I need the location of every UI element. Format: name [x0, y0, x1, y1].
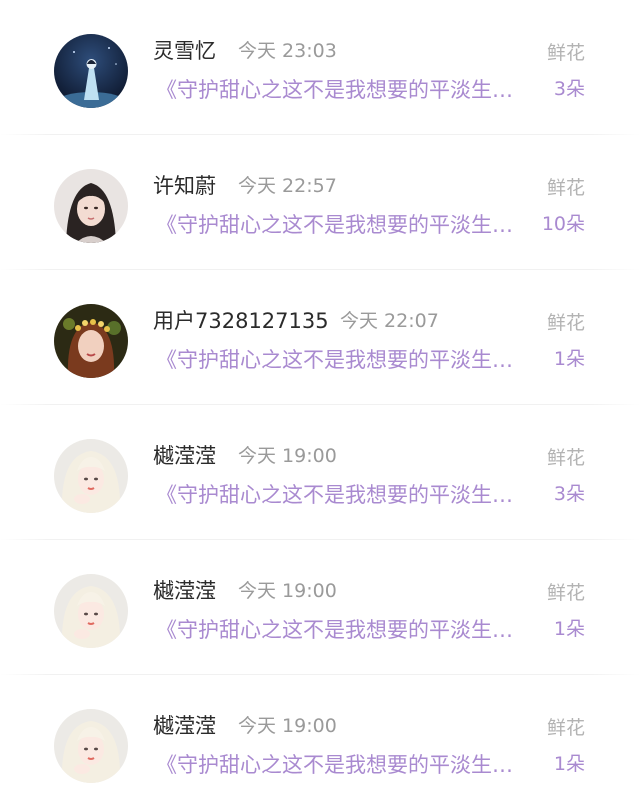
gift-count: 3朵 [553, 78, 585, 100]
gift-count: 1朵 [553, 618, 585, 640]
book-title-link[interactable]: 《守护甜心之这不是我想要的平淡生活》 [156, 749, 532, 779]
avatar[interactable] [54, 709, 128, 783]
user-name[interactable]: 樾滢滢 [153, 440, 216, 470]
user-name[interactable]: 灵雪忆 [153, 35, 216, 65]
avatar[interactable] [54, 304, 128, 378]
gift-type-label: 鲜花 [546, 177, 585, 199]
gift-count: 3朵 [553, 483, 585, 505]
user-name[interactable]: 樾滢滢 [153, 710, 216, 740]
gift-type-label: 鲜花 [546, 312, 585, 334]
timestamp: 今天 22:07 [340, 310, 439, 332]
book-title-link[interactable]: 《守护甜心之这不是我想要的平淡生活》 [156, 479, 532, 509]
gift-type-label: 鲜花 [546, 42, 585, 64]
book-title-link[interactable]: 《守护甜心之这不是我想要的平淡生活》 [156, 209, 532, 239]
avatar[interactable] [54, 34, 128, 108]
avatar[interactable] [54, 574, 128, 648]
timestamp: 今天 23:03 [238, 40, 337, 62]
timestamp: 今天 22:57 [238, 175, 337, 197]
gift-type-label: 鲜花 [546, 582, 585, 604]
list-item[interactable]: 樾滢滢 今天 19:00 鲜花 《守护甜心之这不是我想要的平淡生活》 1朵 [0, 540, 640, 675]
timestamp: 今天 19:00 [238, 580, 337, 602]
timestamp: 今天 19:00 [238, 715, 337, 737]
list-item[interactable]: 许知蔚 今天 22:57 鲜花 《守护甜心之这不是我想要的平淡生活》 10朵 [0, 135, 640, 270]
avatar[interactable] [54, 169, 128, 243]
user-name[interactable]: 樾滢滢 [153, 575, 216, 605]
list-item[interactable]: 灵雪忆 今天 23:03 鲜花 《守护甜心之这不是我想要的平淡生活》 3朵 [0, 0, 640, 135]
timestamp: 今天 19:00 [238, 445, 337, 467]
user-name[interactable]: 用户7328127135 [153, 305, 329, 335]
user-name[interactable]: 许知蔚 [153, 170, 216, 200]
gift-type-label: 鲜花 [546, 717, 585, 739]
list-item[interactable]: 用户7328127135 今天 22:07 鲜花 《守护甜心之这不是我想要的平淡… [0, 270, 640, 405]
book-title-link[interactable]: 《守护甜心之这不是我想要的平淡生活》 [156, 344, 532, 374]
gift-count: 1朵 [553, 753, 585, 775]
list-item[interactable]: 樾滢滢 今天 19:00 鲜花 《守护甜心之这不是我想要的平淡生活》 3朵 [0, 405, 640, 540]
gift-record-list: 灵雪忆 今天 23:03 鲜花 《守护甜心之这不是我想要的平淡生活》 3朵 许知… [0, 0, 640, 796]
book-title-link[interactable]: 《守护甜心之这不是我想要的平淡生活》 [156, 74, 532, 104]
gift-count: 1朵 [553, 348, 585, 370]
list-item[interactable]: 樾滢滢 今天 19:00 鲜花 《守护甜心之这不是我想要的平淡生活》 1朵 [0, 675, 640, 796]
avatar[interactable] [54, 439, 128, 513]
gift-count: 10朵 [541, 213, 585, 235]
gift-type-label: 鲜花 [546, 447, 585, 469]
book-title-link[interactable]: 《守护甜心之这不是我想要的平淡生活》 [156, 614, 532, 644]
